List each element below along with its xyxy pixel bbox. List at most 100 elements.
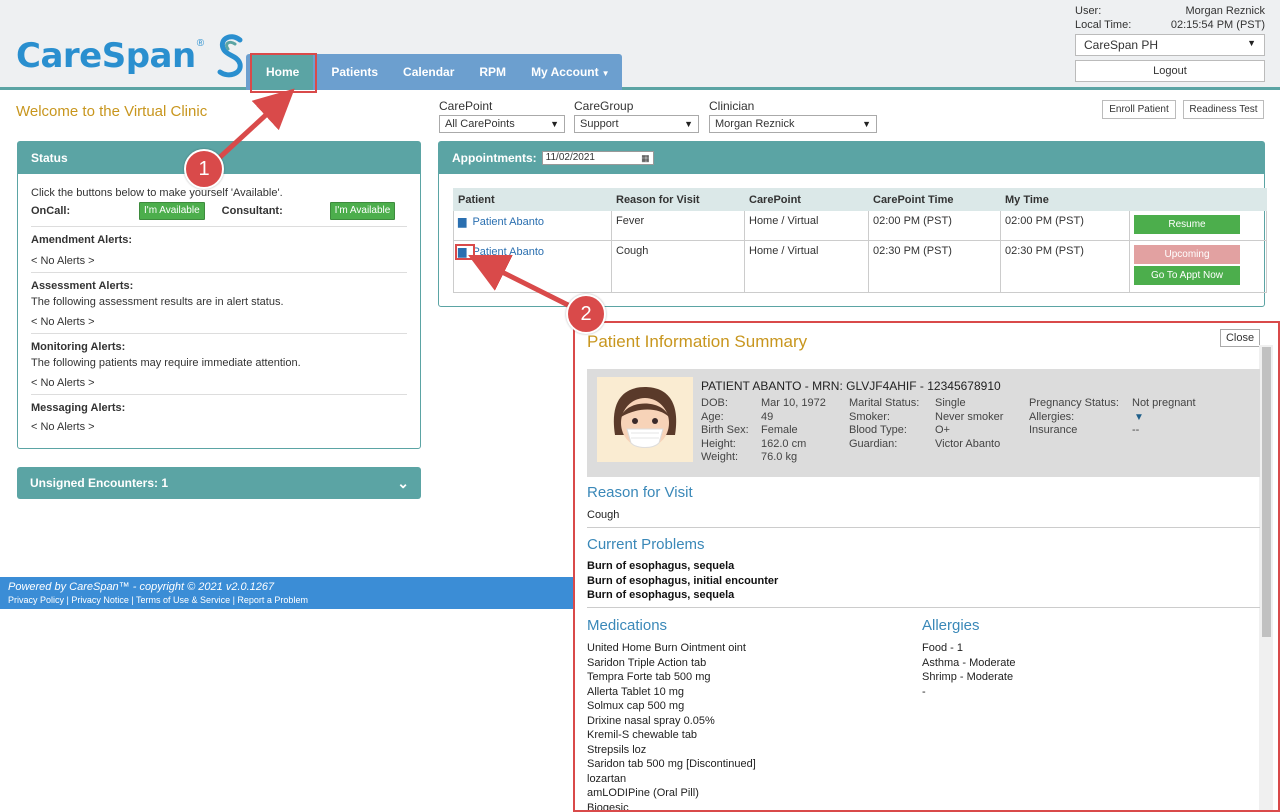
- column-header-patient: Patient: [453, 188, 612, 211]
- chevron-down-icon: ▼: [684, 119, 693, 129]
- local-time-value: 02:15:54 PM (PST): [1170, 19, 1265, 31]
- folder-icon[interactable]: ▆: [458, 216, 466, 228]
- resume-button[interactable]: Resume: [1134, 215, 1240, 234]
- weight-value: 76.0 kg: [761, 451, 798, 463]
- appointments-date-value: 11/02/2021: [545, 152, 595, 163]
- reason-cell: Fever: [611, 210, 745, 241]
- allergies-heading: Allergies: [922, 617, 980, 634]
- caregroup-filter: CareGroup Support ▼: [574, 99, 699, 133]
- registered-mark: ®: [196, 38, 205, 49]
- list-item: -: [922, 685, 926, 698]
- unsigned-encounters-label: Unsigned Encounters: 1: [30, 476, 169, 490]
- list-item: Shrimp - Moderate: [922, 671, 1014, 683]
- list-item: amLODIPine (Oral Pill): [587, 787, 699, 799]
- clinician-select[interactable]: Morgan Reznick ▼: [709, 115, 877, 133]
- smoker-value: Never smoker: [935, 410, 1004, 423]
- modal-scrollbar[interactable]: [1259, 345, 1273, 810]
- logout-button[interactable]: Logout: [1075, 60, 1265, 82]
- guardian-label: Guardian:: [849, 437, 898, 450]
- list-item: lozartan: [587, 772, 627, 785]
- carepoint-select[interactable]: All CarePoints ▼: [439, 115, 565, 133]
- nav-patients[interactable]: Patients: [331, 65, 378, 79]
- carepoint-cell: Home / Virtual: [744, 210, 869, 241]
- carepoint-label: CarePoint: [439, 99, 493, 113]
- appointments-panel: Appointments: 11/02/2021 ▦ Patient Reason…: [438, 141, 1267, 307]
- monitoring-alerts-heading: Monitoring Alerts:: [31, 341, 126, 353]
- logo-wordmark: CareSpan: [16, 36, 196, 76]
- consultant-available-button[interactable]: I'm Available: [329, 202, 396, 220]
- height-value: 162.0 cm: [761, 437, 807, 450]
- appointments-date-input[interactable]: 11/02/2021 ▦: [541, 151, 654, 165]
- patient-link[interactable]: Patient Abanto: [472, 216, 544, 228]
- dob-label: DOB:: [701, 397, 728, 409]
- status-panel: Status Click the buttons below to make y…: [17, 141, 421, 449]
- user-name: Morgan Reznick: [1185, 5, 1265, 17]
- list-item: Drixine nasal spray 0.05%: [587, 714, 715, 727]
- age-label: Age:: [701, 410, 724, 423]
- patient-avatar: [597, 377, 693, 462]
- nav-my-account[interactable]: My Account ▼: [531, 65, 609, 79]
- blood-type-value: O+: [935, 424, 950, 436]
- annotation-marker-2: 2: [566, 294, 606, 334]
- column-header-carepoint-time: CarePoint Time: [868, 188, 1001, 211]
- carepoint-value: All CarePoints: [445, 118, 515, 130]
- reason-for-visit-value: Cough: [587, 509, 620, 521]
- readiness-test-button[interactable]: Readiness Test: [1183, 100, 1264, 119]
- organization-select[interactable]: CareSpan PH ▼: [1075, 34, 1265, 56]
- allergies-toggle[interactable]: ▼: [1132, 411, 1196, 425]
- carespan-logo[interactable]: CareSpan ®: [16, 34, 246, 78]
- upcoming-button[interactable]: Upcoming: [1134, 245, 1240, 264]
- insurance-label: Insurance: [1029, 424, 1078, 436]
- oncall-available-button[interactable]: I'm Available: [139, 202, 205, 220]
- footer-links[interactable]: Privacy Policy | Privacy Notice | Terms …: [8, 595, 568, 605]
- birth-sex-value: Female: [761, 424, 798, 436]
- list-item: Saridon tab 500 mg [Discontinued]: [587, 758, 756, 770]
- messaging-alerts-heading: Messaging Alerts:: [31, 402, 126, 414]
- amendment-alerts-empty: < No Alerts >: [31, 255, 95, 267]
- patient-avatar-icon: [613, 387, 677, 448]
- marital-status-value: Single: [935, 397, 966, 409]
- list-item: Burn of esophagus, sequela: [587, 560, 735, 572]
- carepoint-time-cell: 02:30 PM (PST): [868, 240, 1001, 293]
- list-item: Burn of esophagus, initial encounter: [587, 574, 779, 587]
- top-header: CareSpan ® Home Patients Calendar RPM My…: [0, 0, 1280, 90]
- table-row: ▆ Patient Abanto Cough Home / Virtual 02:…: [453, 240, 1267, 293]
- unsigned-encounters-bar[interactable]: Unsigned Encounters: 1 ⌄: [17, 467, 421, 499]
- chevron-down-icon[interactable]: ⌄: [397, 467, 409, 499]
- enroll-patient-button[interactable]: Enroll Patient: [1102, 100, 1176, 119]
- nav-rpm[interactable]: RPM: [479, 65, 506, 79]
- carepoint-cell: Home / Virtual: [744, 240, 869, 293]
- clinician-label: Clinician: [709, 99, 755, 113]
- highlight-folder-icon: [455, 244, 475, 260]
- marital-status-label: Marital Status:: [849, 397, 920, 409]
- close-button[interactable]: Close: [1220, 329, 1260, 347]
- scroll-thumb[interactable]: [1262, 347, 1271, 637]
- patient-header: PATIENT ABANTO - MRN: GLVJF4AHIF - 12345…: [701, 379, 1001, 393]
- user-label: User:: [1075, 5, 1102, 17]
- reason-cell: Cough: [611, 240, 745, 293]
- clinician-filter: Clinician Morgan Reznick ▼: [709, 99, 877, 133]
- age-value: 49: [761, 410, 774, 423]
- assessment-alerts-desc: The following assessment results are in …: [31, 296, 284, 308]
- allergies-label: Allergies:: [1029, 410, 1075, 423]
- caret-down-icon[interactable]: ▼: [1134, 412, 1144, 423]
- patient-link[interactable]: Patient Abanto: [472, 246, 544, 258]
- my-time-cell: 02:30 PM (PST): [1000, 240, 1130, 293]
- dob-value: Mar 10, 1972: [761, 397, 826, 409]
- list-item: Kremil-S chewable tab: [587, 729, 698, 741]
- list-item: Burn of esophagus, sequela: [587, 589, 735, 601]
- caregroup-select[interactable]: Support ▼: [574, 115, 699, 133]
- carepoint-time-cell: 02:00 PM (PST): [868, 210, 1001, 241]
- carepoint-filter: CarePoint All CarePoints ▼: [439, 99, 565, 133]
- my-time-cell: 02:00 PM (PST): [1000, 210, 1130, 241]
- page-title: Welcome to the Virtual Clinic: [16, 103, 208, 120]
- modal-title: Patient Information Summary: [587, 332, 808, 351]
- nav-calendar[interactable]: Calendar: [403, 65, 454, 79]
- list-item: Tempra Forte tab 500 mg: [587, 671, 711, 683]
- user-info: User: Morgan Reznick Local Time: 02:15:54 …: [1075, 4, 1265, 32]
- list-item: Asthma - Moderate: [922, 656, 1016, 669]
- go-to-appt-button[interactable]: Go To Appt Now: [1134, 266, 1240, 285]
- appointments-title: Appointments:: [452, 151, 537, 165]
- calendar-icon[interactable]: ▦: [641, 152, 650, 164]
- column-header-actions: [1129, 188, 1267, 211]
